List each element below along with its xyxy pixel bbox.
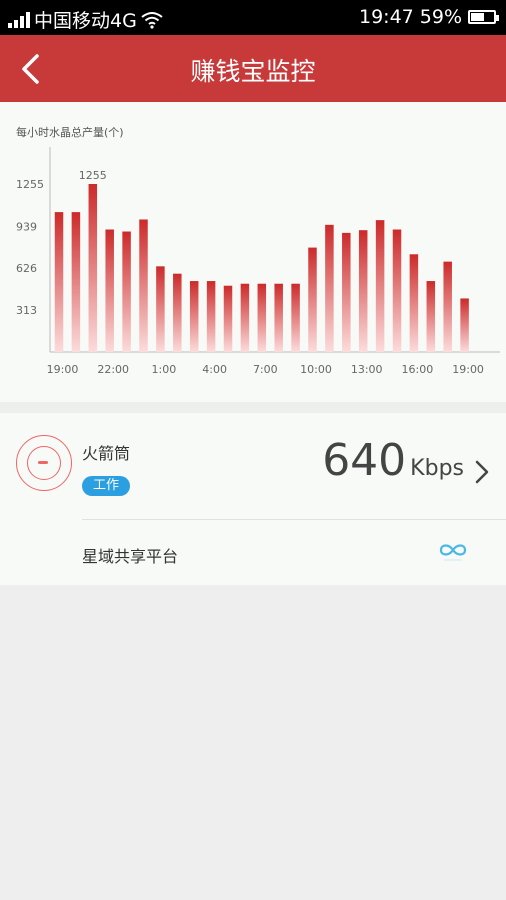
y-tick-label: 313 [16, 304, 37, 317]
x-tick-label: 1:00 [152, 363, 177, 376]
x-tick-label: 19:00 [452, 363, 484, 376]
bar [257, 283, 267, 352]
bar [291, 283, 300, 352]
infinity-icon [439, 544, 467, 561]
battery-percent: 59% [419, 6, 462, 28]
bar [375, 220, 385, 352]
wifi-icon [141, 11, 163, 29]
router-icon [16, 435, 72, 491]
bar [156, 266, 165, 352]
x-tick-label: 13:00 [351, 363, 383, 376]
platform-label: 星域共享平台 [82, 547, 179, 566]
bar [54, 212, 64, 352]
page-title: 赚钱宝监控 [190, 57, 316, 86]
bar [206, 281, 216, 352]
bar [342, 232, 351, 352]
status-bar: 中国移动4G 19:47 59% [0, 0, 506, 35]
battery-icon [468, 10, 499, 24]
x-tick-label: 7:00 [253, 363, 278, 376]
bar [392, 229, 402, 352]
x-tick-label: 19:00 [47, 363, 79, 376]
status-badge: 工作 [82, 476, 131, 496]
production-chart-card: 313 626 939 1255 1255 19:00 22:00 1:00 4:00 7:00 1… [0, 102, 506, 402]
bar [71, 212, 81, 352]
chart-title: 每小时水晶总产量(个) [16, 126, 124, 139]
bar [122, 231, 131, 352]
bar [173, 273, 182, 352]
divider [82, 519, 506, 520]
clock: 19:47 [359, 6, 414, 28]
app-header: 赚钱宝监控 [0, 35, 506, 102]
speed-value: 640 [322, 435, 407, 486]
bar [189, 281, 199, 352]
x-tick-label: 16:00 [402, 363, 434, 376]
bar [409, 254, 419, 352]
speed-readout: 640 Kbps [322, 435, 464, 486]
bar [88, 184, 98, 352]
bar [139, 219, 148, 352]
carrier-label: 中国移动4G [34, 10, 137, 32]
bar [426, 281, 436, 352]
device-name: 火箭筒 [82, 444, 131, 463]
chevron-right-icon[interactable] [474, 459, 490, 485]
bar [308, 247, 317, 352]
y-tick-label: 626 [16, 262, 37, 275]
bar [325, 224, 334, 352]
bar-chart: 313 626 939 1255 1255 19:00 22:00 1:00 4:00 7:00 1… [16, 147, 500, 376]
y-tick-label: 939 [16, 220, 37, 233]
signal-icon [8, 11, 30, 28]
bar-value-label: 1255 [79, 169, 107, 182]
bar [358, 230, 368, 352]
x-tick-label: 10:00 [300, 363, 332, 376]
y-tick-label: 1255 [16, 178, 44, 191]
bar [274, 283, 283, 352]
x-tick-label: 4:00 [202, 363, 227, 376]
x-tick-label: 22:00 [97, 363, 129, 376]
bar [105, 229, 114, 352]
device-card[interactable]: 火箭筒 工作 640 Kbps 星域共享平台 [0, 413, 506, 585]
bar [443, 261, 452, 352]
speed-unit: Kbps [410, 456, 464, 481]
bar [240, 283, 250, 352]
bar [460, 298, 469, 352]
bar [223, 285, 233, 352]
